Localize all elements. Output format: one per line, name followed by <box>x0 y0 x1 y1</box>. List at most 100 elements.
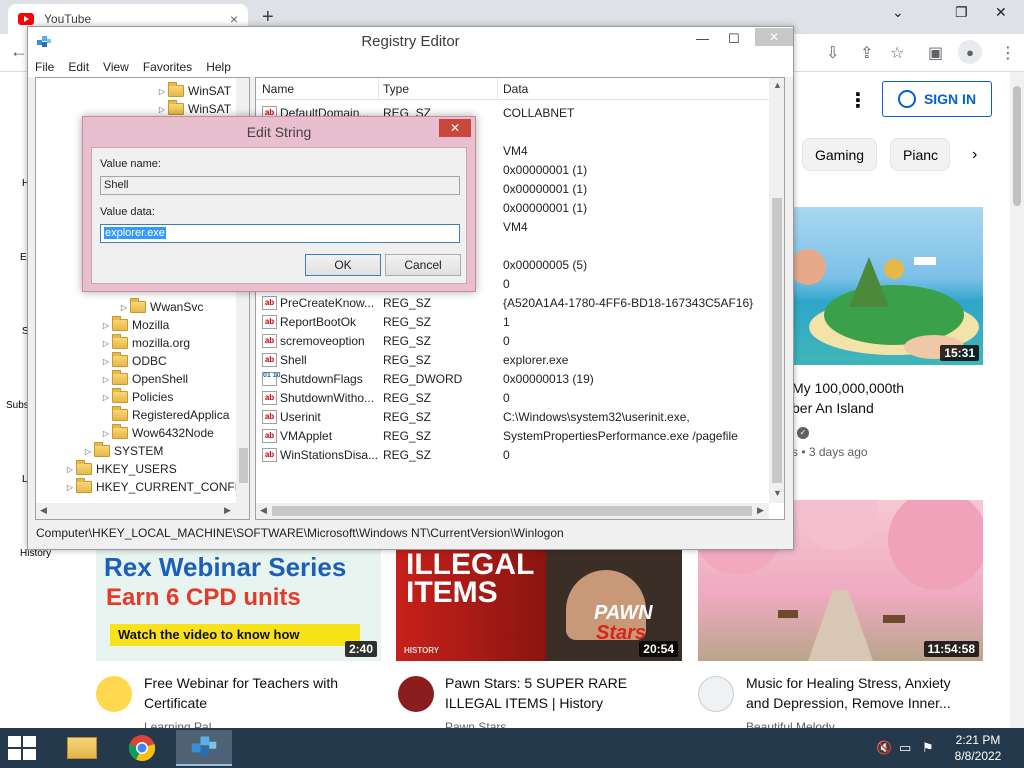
close-window-icon[interactable]: ✕ <box>995 4 1007 21</box>
channel-avatar[interactable] <box>698 676 734 712</box>
expand-arrow-icon[interactable]: ▷ <box>156 105 168 114</box>
scroll-up-icon[interactable]: ▲ <box>773 80 782 90</box>
tree-horizontal-scrollbar[interactable]: ◀ ▶ <box>36 503 236 519</box>
chrome-menu-icon[interactable]: ⋮ <box>1000 43 1016 63</box>
page-scrollbar[interactable] <box>1010 72 1024 728</box>
column-header-name[interactable]: Name <box>262 82 294 96</box>
video-title-line2[interactable]: and Depression, Remove Inner... <box>746 693 986 713</box>
close-icon[interactable]: ✕ <box>755 28 793 46</box>
minimize-icon[interactable]: — <box>696 31 709 46</box>
sidebar-label-subscriptions[interactable]: Subs <box>6 400 29 411</box>
expand-arrow-icon[interactable]: ▷ <box>118 303 130 312</box>
video-title-line1[interactable]: My 100,000,000th <box>792 378 987 398</box>
regedit-titlebar[interactable]: Registry Editor — ☐ ✕ <box>28 27 793 57</box>
video-title-line1[interactable]: Pawn Stars: 5 SUPER RARE <box>445 673 685 693</box>
profile-avatar-icon[interactable]: ● <box>958 40 982 64</box>
table-row[interactable]: ab PreCreateKnow... REG_SZ {A520A1A4-1780-4… <box>256 293 771 312</box>
table-row[interactable]: ab scremoveoption REG_SZ 0 <box>256 331 771 350</box>
network-icon[interactable]: ▭ <box>899 740 911 756</box>
close-tab-icon[interactable]: × <box>230 11 238 27</box>
video-title-line2[interactable]: ber An Island <box>792 398 987 418</box>
taskbar-file-explorer[interactable] <box>54 730 110 766</box>
channel-avatar[interactable] <box>96 676 132 712</box>
channel-avatar[interactable] <box>398 676 434 712</box>
action-center-icon[interactable]: ⚑ <box>922 740 934 756</box>
expand-arrow-icon[interactable]: ▷ <box>100 357 112 366</box>
close-icon[interactable]: ✕ <box>439 119 471 137</box>
ok-button[interactable]: OK <box>305 254 381 276</box>
expand-arrow-icon[interactable]: ▷ <box>100 339 112 348</box>
expand-arrow-icon[interactable]: ▷ <box>156 87 168 96</box>
scroll-left-icon[interactable]: ◀ <box>260 505 267 516</box>
list-hscroll-thumb[interactable] <box>272 506 752 516</box>
expand-arrow-icon[interactable]: ▷ <box>100 429 112 438</box>
expand-arrow-icon[interactable]: ▷ <box>100 393 112 402</box>
column-header-type[interactable]: Type <box>383 82 409 96</box>
table-row[interactable]: ab VMApplet REG_SZ SystemPropertiesPerforma… <box>256 426 771 445</box>
expand-arrow-icon[interactable]: ▷ <box>64 465 76 474</box>
table-row[interactable]: ab Userinit REG_SZ C:\Windows\system32\user… <box>256 407 771 426</box>
menu-edit[interactable]: Edit <box>61 57 96 77</box>
scroll-down-icon[interactable]: ▼ <box>773 488 782 498</box>
tree-item-wwansvc[interactable]: ▷ WwanSvc <box>118 298 203 316</box>
column-header-data[interactable]: Data <box>503 82 528 96</box>
more-options-icon[interactable]: ⋮ <box>848 88 868 113</box>
maximize-icon[interactable]: ☐ <box>728 31 740 47</box>
volume-muted-icon[interactable]: 🔇 <box>876 740 892 756</box>
video-thumbnail-island[interactable]: 15:31 <box>794 207 983 365</box>
scroll-right-icon[interactable]: ▶ <box>224 505 231 516</box>
scroll-right-icon[interactable]: ▶ <box>757 505 764 516</box>
tree-scroll-thumb[interactable] <box>239 448 248 483</box>
taskbar-chrome[interactable] <box>114 730 170 766</box>
scroll-left-icon[interactable]: ◀ <box>40 505 47 516</box>
table-row[interactable]: 01 10 ShutdownFlags REG_DWORD 0x00000013 (1… <box>256 369 771 388</box>
video-thumbnail-webinar[interactable]: Rex Webinar Series Earn 6 CPD units Watc… <box>96 550 381 661</box>
video-title-line2[interactable]: Certificate <box>144 693 374 713</box>
video-title-line1[interactable]: Free Webinar for Teachers with <box>144 673 374 693</box>
page-scrollbar-thumb[interactable] <box>1013 86 1021 206</box>
sidebar-label-explore[interactable]: E <box>20 252 27 263</box>
video-title-line1[interactable]: Music for Healing Stress, Anxiety <box>746 673 986 693</box>
tree-item-policies[interactable]: ▷ Policies <box>100 388 173 406</box>
video-title-line2[interactable]: ILLEGAL ITEMS | History <box>445 693 685 713</box>
side-panel-icon[interactable]: ▣ <box>928 43 943 63</box>
taskbar-registry-editor[interactable] <box>176 730 232 766</box>
tree-item-hkey-users[interactable]: ▷ HKEY_USERS <box>64 460 177 478</box>
tree-item-wow6432node[interactable]: ▷ Wow6432Node <box>100 424 214 442</box>
tree-item-system[interactable]: ▷ SYSTEM <box>82 442 163 460</box>
table-row[interactable]: ab ShutdownWitho... REG_SZ 0 <box>256 388 771 407</box>
value-name-field[interactable]: Shell <box>100 176 460 195</box>
share-icon[interactable]: ⇪ <box>860 43 873 63</box>
tree-item-openshell[interactable]: ▷ OpenShell <box>100 370 188 388</box>
menu-file[interactable]: File <box>28 57 61 77</box>
tree-item-mozilla-org[interactable]: ▷ mozilla.org <box>100 334 190 352</box>
menu-favorites[interactable]: Favorites <box>136 57 199 77</box>
tree-item-mozilla[interactable]: ▷ Mozilla <box>100 316 169 334</box>
expand-arrow-icon[interactable]: ▷ <box>100 321 112 330</box>
expand-arrow-icon[interactable]: ▷ <box>82 447 94 456</box>
minimize-icon[interactable]: ⌄ <box>892 4 904 21</box>
list-scroll-thumb[interactable] <box>772 198 782 483</box>
cancel-button[interactable]: Cancel <box>385 254 461 276</box>
video-thumbnail-pawnstars[interactable]: ILLEGAL ITEMS PAWN Stars HISTORY 20:54 <box>396 550 682 661</box>
tree-item-hkey-current-config[interactable]: ▷ HKEY_CURRENT_CONFIG <box>64 478 247 496</box>
menu-view[interactable]: View <box>96 57 136 77</box>
restore-icon[interactable]: ❐ <box>955 4 968 21</box>
expand-arrow-icon[interactable]: ▷ <box>100 375 112 384</box>
bookmark-star-icon[interactable]: ☆ <box>890 43 904 63</box>
back-arrow-icon[interactable]: ← <box>10 41 28 62</box>
chip-piano[interactable]: Pianc <box>890 138 950 171</box>
tree-item-odbc[interactable]: ▷ ODBC <box>100 352 167 370</box>
windows-start-icon[interactable] <box>8 736 36 760</box>
sign-in-button[interactable]: SIGN IN <box>882 81 992 117</box>
table-row[interactable]: ab ReportBootOk REG_SZ 1 <box>256 312 771 331</box>
tree-item-winsat[interactable]: ▷ WinSAT <box>156 82 231 100</box>
table-row[interactable]: ab WinStationsDisa... REG_SZ 0 <box>256 445 771 464</box>
table-row[interactable]: ab Shell REG_SZ explorer.exe <box>256 350 771 369</box>
value-data-input[interactable]: explorer.exe <box>100 224 460 243</box>
install-icon[interactable]: ⇩ <box>826 43 839 63</box>
menu-help[interactable]: Help <box>199 57 238 77</box>
taskbar-clock[interactable]: 2:21 PM 8/8/2022 <box>946 732 1010 764</box>
list-vertical-scrollbar[interactable]: ▲ ▼ <box>769 78 784 503</box>
tree-item-registeredapplications[interactable]: RegisteredApplica <box>100 406 229 424</box>
